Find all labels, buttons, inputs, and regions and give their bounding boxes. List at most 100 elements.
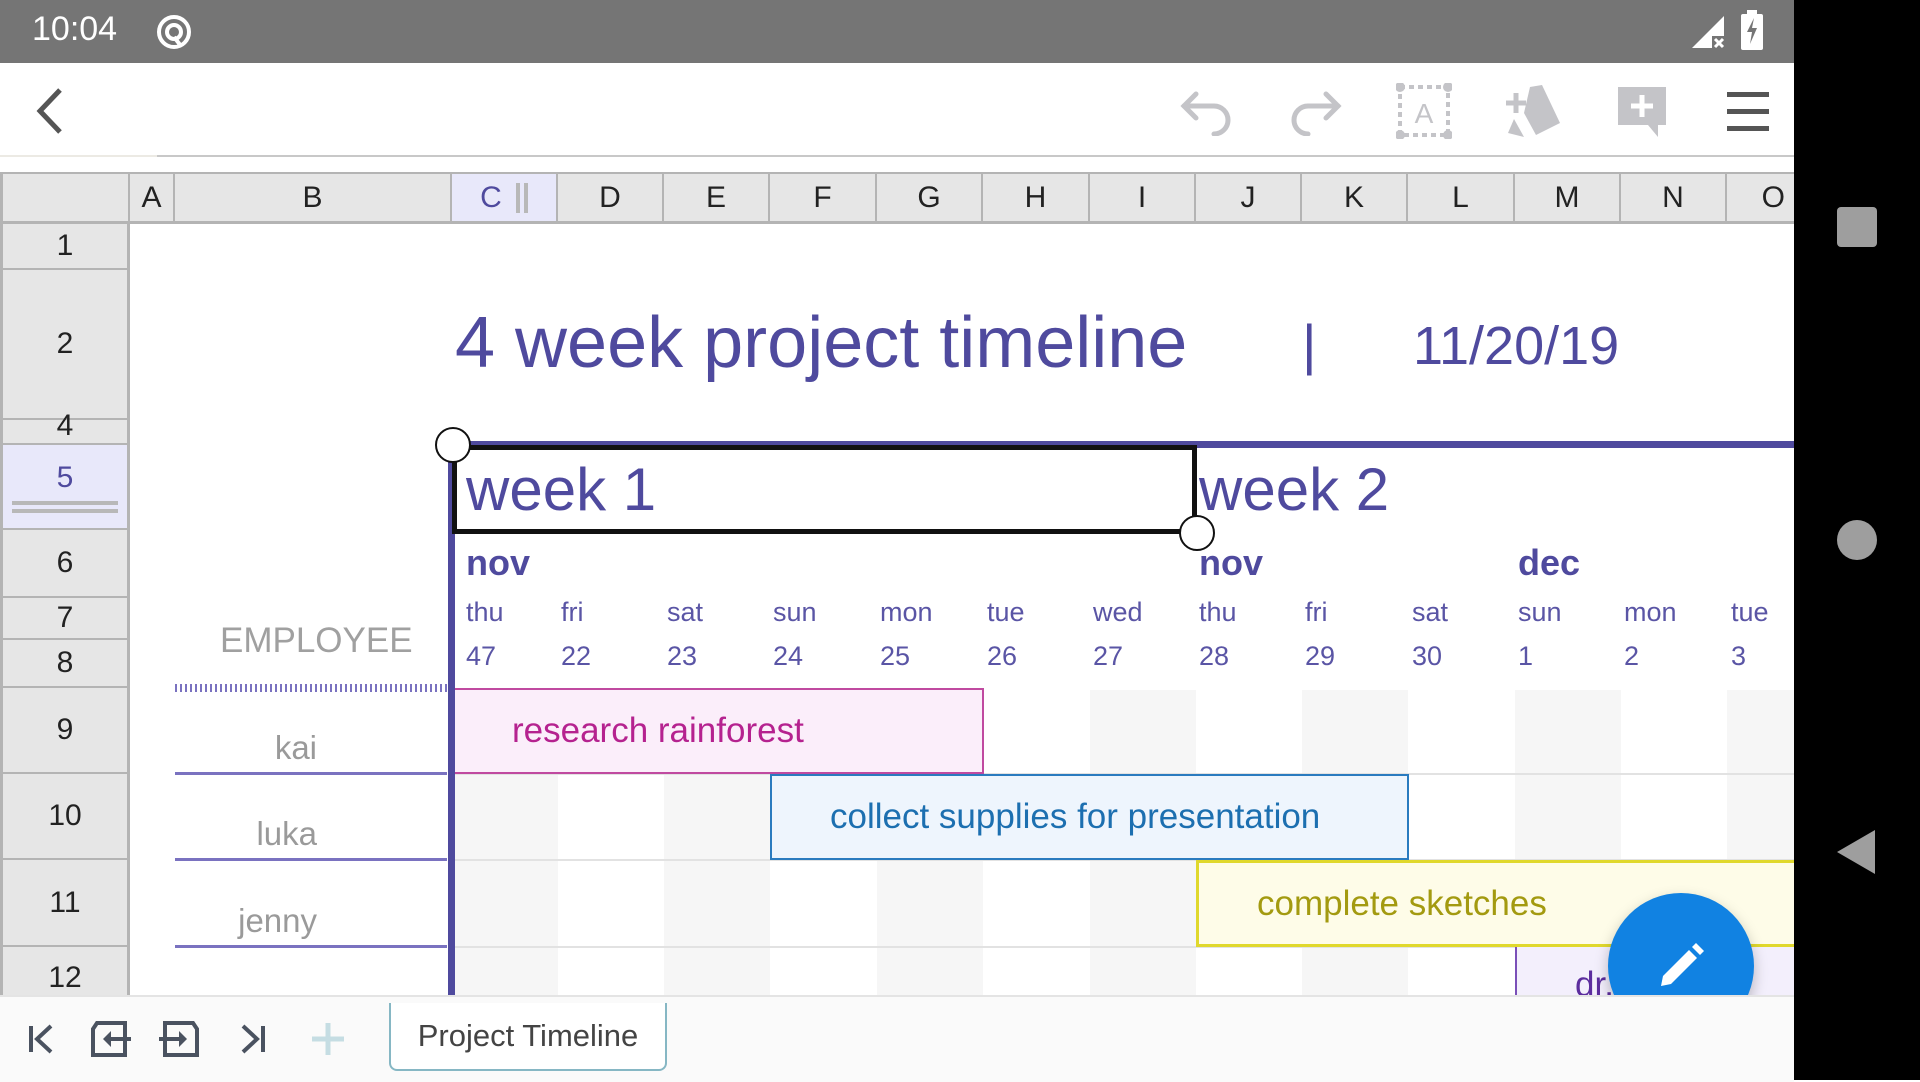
column-header-l[interactable]: L: [1408, 172, 1515, 224]
recents-button[interactable]: [1837, 207, 1877, 247]
move-sheet-right-icon: [159, 1021, 199, 1057]
column-header-k[interactable]: K: [1302, 172, 1408, 224]
day-number: 47: [466, 641, 497, 671]
column-resize-handle[interactable]: [515, 182, 528, 213]
row-resize-handle[interactable]: [12, 500, 118, 513]
move-sheet-left-icon: [91, 1021, 131, 1057]
title-date: 11/20/19: [1413, 316, 1620, 376]
day-name: thu: [466, 597, 504, 627]
column-header-e[interactable]: E: [664, 172, 770, 224]
employee-name: luka: [256, 815, 317, 852]
last-sheet-icon: [241, 1024, 265, 1054]
column-header-i[interactable]: I: [1090, 172, 1196, 224]
sheet-tab-label: Project Timeline: [417, 1018, 639, 1053]
last-sheet-button[interactable]: [230, 1017, 274, 1061]
employee-row-line: [175, 858, 447, 861]
first-sheet-icon: [29, 1024, 53, 1054]
add-comment-icon: [1618, 87, 1666, 137]
employee-name: kai: [274, 729, 317, 766]
row-header-9[interactable]: 9: [0, 688, 130, 774]
day-name: thu: [1199, 597, 1237, 627]
back-button[interactable]: [20, 81, 80, 141]
day-number: 22: [561, 641, 592, 671]
column-header-m[interactable]: M: [1515, 172, 1621, 224]
row-header-6[interactable]: 6: [0, 530, 130, 598]
day-name: fri: [561, 597, 584, 627]
month-label: dec: [1518, 542, 1581, 583]
shapes-button[interactable]: [1502, 81, 1562, 141]
month-label: nov: [1199, 542, 1264, 583]
cell-selection[interactable]: [452, 445, 1197, 534]
row-header-12[interactable]: 12: [0, 947, 130, 995]
hamburger-menu-icon: [1727, 92, 1769, 131]
add-comment-button[interactable]: [1612, 81, 1672, 141]
redo-icon: [1291, 91, 1342, 136]
day-name: fri: [1305, 597, 1328, 627]
day-number: 1: [1518, 641, 1534, 671]
assistant-icon: [155, 13, 193, 51]
status-time: 10:04: [32, 10, 118, 48]
system-nav-bar: [1794, 0, 1920, 1080]
title-separator: |: [1302, 313, 1317, 376]
column-header-o[interactable]: O: [1727, 172, 1794, 224]
task-label: research rainforest: [512, 711, 804, 750]
task-label: collect supplies for presentation: [830, 797, 1321, 836]
day-number: 23: [667, 641, 698, 671]
row-header-5[interactable]: 5: [0, 445, 130, 530]
text-select-icon: A: [1396, 83, 1452, 139]
day-number: 26: [987, 641, 1018, 671]
select-all-corner[interactable]: [0, 172, 130, 224]
day-name: sun: [1518, 597, 1562, 627]
redo-button[interactable]: [1286, 81, 1346, 141]
row-header-7[interactable]: 7: [0, 598, 130, 640]
row-header-11[interactable]: 11: [0, 860, 130, 947]
toolbar: A: [0, 63, 1794, 161]
task-bar[interactable]: collect supplies for presentation: [770, 774, 1409, 860]
column-header-h[interactable]: H: [983, 172, 1090, 224]
column-header-a[interactable]: A: [130, 172, 175, 224]
column-header-j[interactable]: J: [1196, 172, 1302, 224]
row-header-1[interactable]: 1: [0, 224, 130, 270]
employee-row-line: [175, 945, 447, 948]
column-header-n[interactable]: N: [1621, 172, 1727, 224]
row-header-8[interactable]: 8: [0, 640, 130, 688]
day-number: 27: [1093, 641, 1124, 671]
page-title: 4 week project timeline: [455, 303, 1188, 383]
day-name: wed: [1093, 597, 1143, 627]
column-header-b[interactable]: B: [175, 172, 452, 224]
column-header-f[interactable]: F: [770, 172, 877, 224]
move-sheet-left-button[interactable]: [89, 1017, 133, 1061]
column-header-c[interactable]: C: [452, 172, 558, 224]
move-sheet-right-button[interactable]: [157, 1017, 201, 1061]
text-select-button[interactable]: A: [1394, 81, 1454, 141]
task-bar[interactable]: research rainforest: [455, 688, 984, 774]
day-number: 2: [1624, 641, 1640, 671]
sheet-tab-project-timeline[interactable]: Project Timeline: [389, 1003, 667, 1071]
day-name: sat: [1412, 597, 1449, 627]
sheet-tab-bar: Project Timeline: [0, 995, 1794, 1082]
undo-button[interactable]: [1176, 81, 1236, 141]
week-2-label: week 2: [1199, 456, 1390, 523]
row-header-2[interactable]: 2: [0, 270, 130, 420]
battery-charging-icon: [1741, 10, 1763, 50]
day-name: sun: [773, 597, 817, 627]
home-button[interactable]: [1837, 520, 1877, 560]
row-header-10[interactable]: 10: [0, 774, 130, 860]
selection-handle-start[interactable]: [435, 427, 471, 463]
add-sheet-button[interactable]: [306, 1017, 350, 1061]
day-number: 3: [1731, 641, 1747, 671]
back-icon: [36, 88, 62, 134]
employee-header: EMPLOYEE: [220, 621, 413, 660]
edit-pencil-icon: [1661, 943, 1704, 986]
day-name: mon: [1624, 597, 1677, 627]
month-label: nov: [466, 542, 531, 583]
back-nav-button[interactable]: [1837, 830, 1875, 874]
spreadsheet-grid[interactable]: A B C D E F G H I J K L M N O 1 2 4 5 6 …: [0, 157, 1794, 995]
day-number: 29: [1305, 641, 1336, 671]
first-sheet-button[interactable]: [20, 1017, 64, 1061]
add-sheet-icon: [312, 1023, 344, 1055]
column-header-g[interactable]: G: [877, 172, 983, 224]
row-header-4[interactable]: 4: [0, 409, 130, 445]
column-header-d[interactable]: D: [558, 172, 664, 224]
menu-button[interactable]: [1718, 81, 1778, 141]
